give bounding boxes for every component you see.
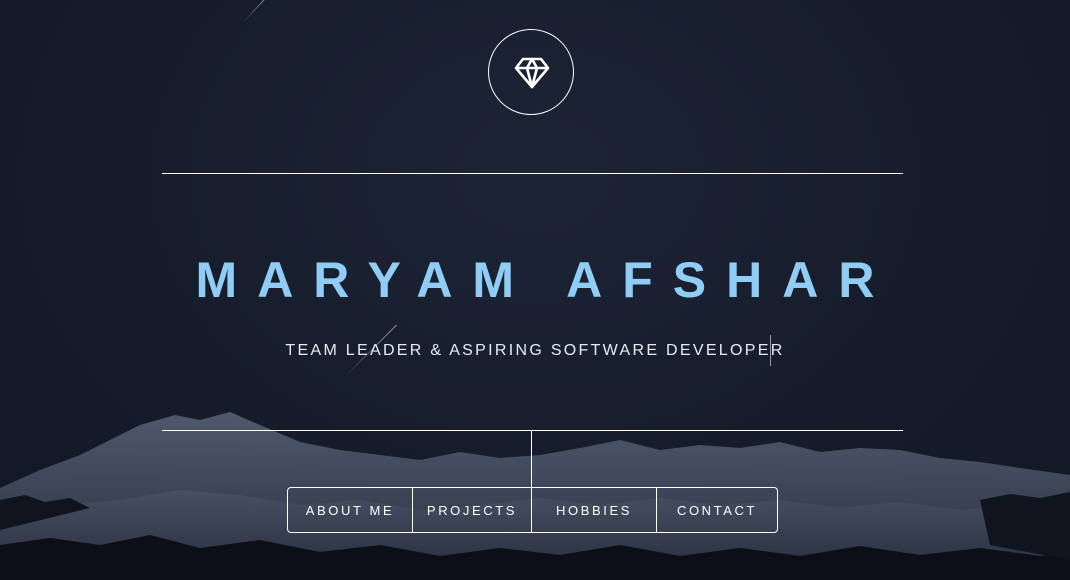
page-subtitle: TEAM LEADER & ASPIRING SOFTWARE DEVELOPE…: [285, 342, 785, 359]
divider-top: [162, 173, 903, 174]
nav-hobbies[interactable]: HOBBIES: [531, 488, 656, 532]
page-title: MARYAM AFSHAR: [195, 252, 895, 308]
nav-projects[interactable]: PROJECTS: [412, 488, 531, 532]
nav-about-me[interactable]: ABOUT ME: [288, 488, 412, 532]
hero-section: MARYAM AFSHAR TEAM LEADER & ASPIRING SOF…: [0, 0, 1070, 580]
text-cursor: [770, 335, 771, 366]
diamond-icon: [514, 57, 550, 89]
nav-connector-line: [531, 431, 532, 487]
logo-button[interactable]: [488, 29, 574, 115]
main-nav: ABOUT ME PROJECTS HOBBIES CONTACT: [287, 487, 778, 533]
divider-bottom: [162, 430, 903, 431]
nav-contact[interactable]: CONTACT: [656, 488, 777, 532]
